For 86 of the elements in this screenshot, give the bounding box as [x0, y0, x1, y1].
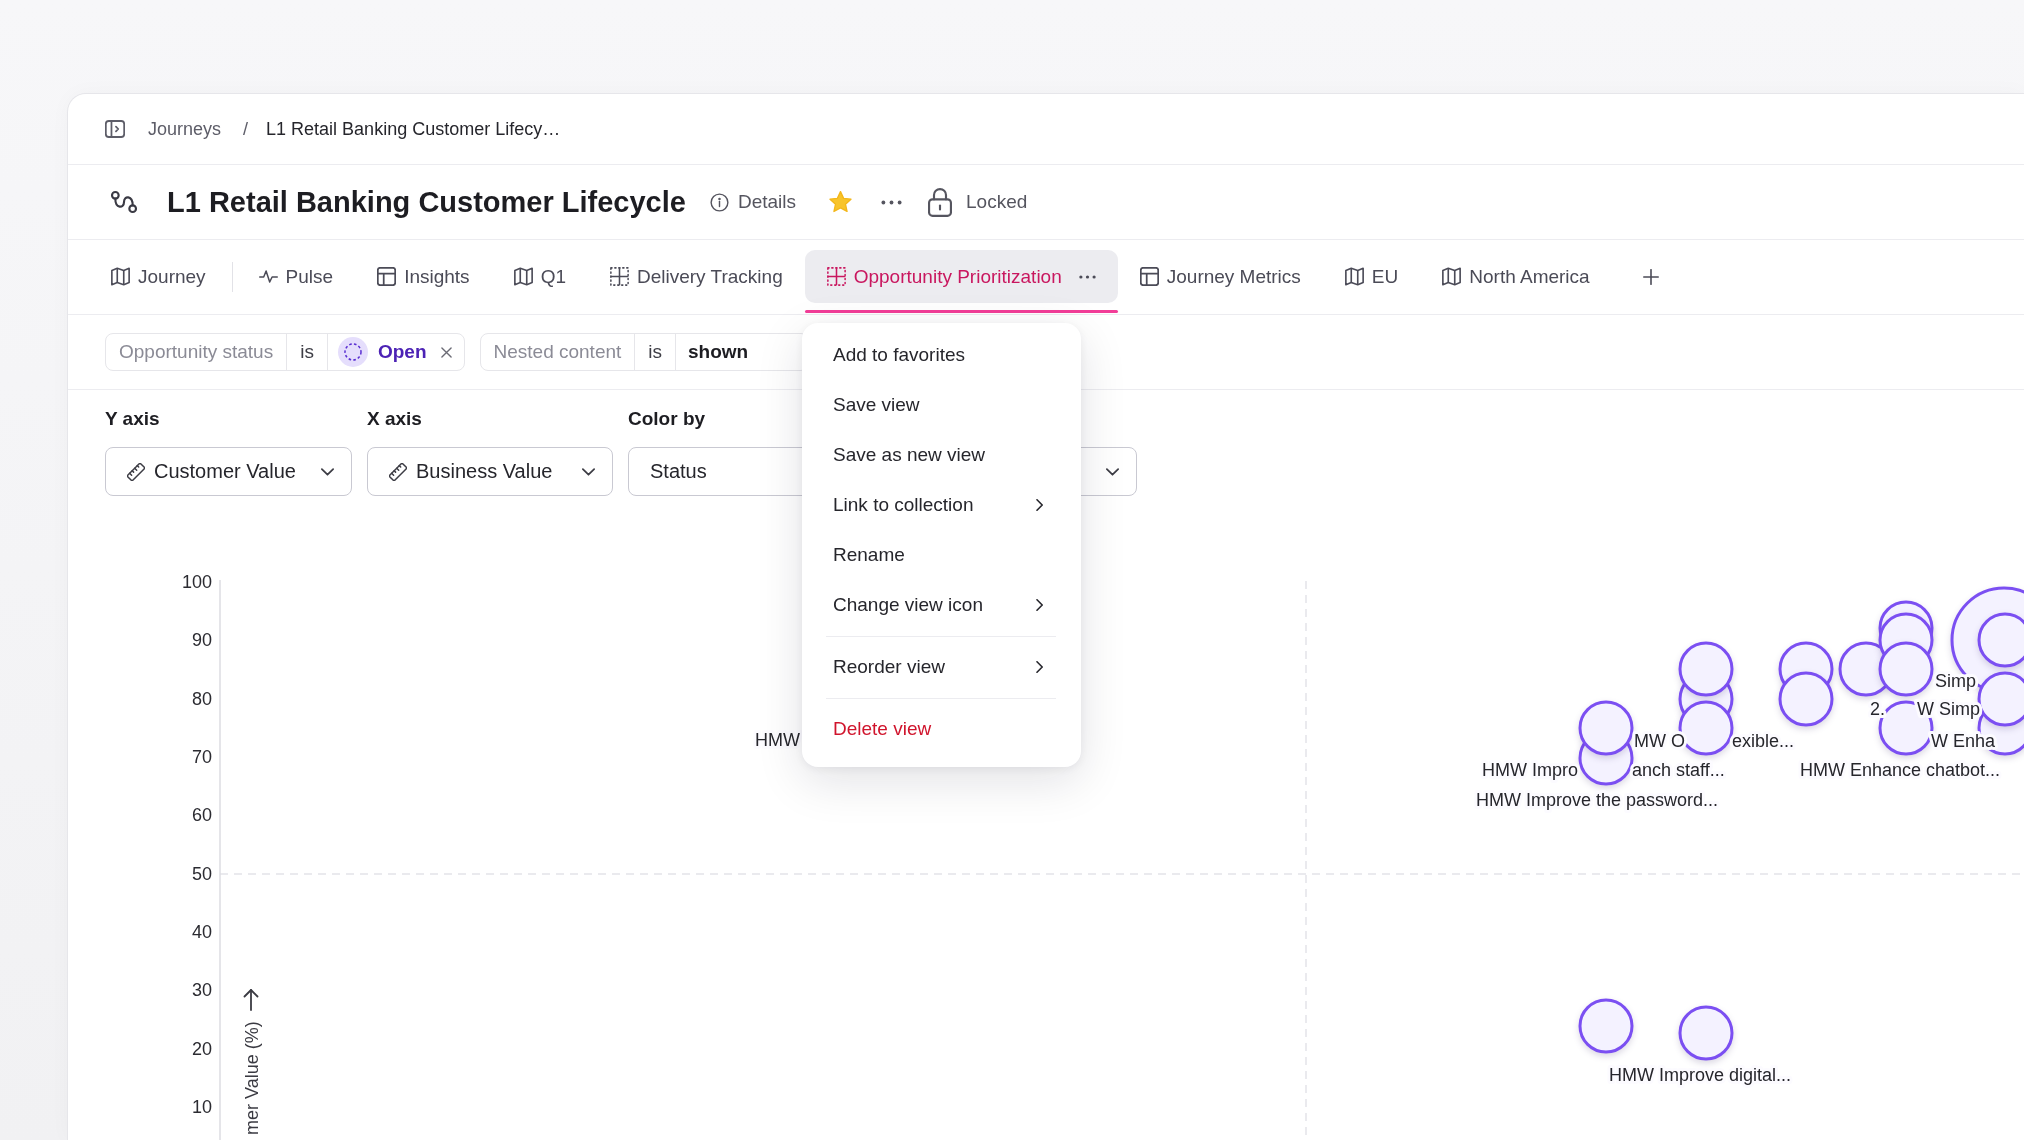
y-tick-label: 40	[191, 922, 212, 942]
filter-field: Nested content	[480, 334, 635, 370]
point-label: HMW	[755, 730, 800, 750]
field-label: X axis	[367, 408, 423, 430]
breadcrumb-link[interactable]: Journeys	[148, 118, 222, 140]
route-icon	[110, 190, 138, 214]
view-tab[interactable]: Q1	[491, 250, 588, 314]
point-label: 2.	[1870, 699, 1885, 719]
filter-operator: is	[634, 334, 676, 370]
map-icon	[111, 267, 130, 286]
pulse-icon	[258, 267, 278, 286]
point-label: Simp	[1935, 671, 1976, 691]
map-icon	[1442, 267, 1462, 286]
star-icon[interactable]	[829, 191, 852, 213]
axis-title: mer Value (%)	[242, 1021, 262, 1135]
status-icon	[337, 337, 368, 367]
point-label: MW O	[1634, 731, 1685, 751]
point-label: HMW Enhance chatbot...	[1800, 760, 2001, 780]
breadcrumb-separator: /	[243, 118, 249, 140]
menu-item[interactable]: Change view icon	[802, 580, 1081, 630]
menu-item[interactable]: Save as new view	[802, 430, 1081, 480]
more-icon[interactable]	[881, 199, 902, 205]
y-tick-label: 90	[191, 630, 212, 651]
breadcrumb-current: L1 Retail Banking Customer Lifecy…	[266, 118, 561, 140]
y-tick-label: 10	[191, 1096, 212, 1117]
map-icon	[513, 267, 533, 286]
matrix-icon	[610, 267, 629, 286]
view-tab[interactable]: Pulse	[236, 250, 356, 314]
dropdown-field[interactable]: Business Value	[367, 447, 613, 496]
field-label: Color by	[628, 408, 707, 430]
point-label: exible...	[1732, 731, 1795, 751]
table-icon	[1139, 267, 1159, 286]
view-tab[interactable]: EU	[1322, 250, 1421, 314]
view-tab[interactable]: Insights	[355, 250, 492, 314]
page-title: L1 Retail Banking Customer Lifecycle	[167, 185, 686, 219]
bubble-point[interactable]	[1578, 700, 1634, 756]
lock-button[interactable]: Locked	[928, 187, 1028, 217]
table-icon	[377, 267, 397, 286]
y-tick-label: 20	[191, 1038, 212, 1059]
y-tick-label: 80	[191, 688, 212, 709]
y-tick-label: 100	[181, 572, 212, 592]
bubble-point[interactable]	[1578, 998, 1634, 1054]
bubble-point[interactable]	[1678, 641, 1734, 697]
dropdown-field[interactable]: Customer Value	[105, 447, 352, 496]
arrow-up-icon	[243, 989, 259, 1011]
details-button[interactable]: Details	[709, 191, 796, 213]
filter-chip[interactable]: Opportunity status is Open	[105, 333, 465, 371]
view-tab[interactable]: Journey Metrics	[1117, 250, 1323, 314]
bubble-point[interactable]	[1678, 1005, 1734, 1061]
point-label: anch staff...	[1632, 760, 1725, 780]
ruler-icon	[389, 462, 407, 481]
filter-operator: is	[286, 334, 327, 370]
view-tab[interactable]: Journey	[89, 250, 228, 314]
point-label: HMW Improve digital...	[1609, 1065, 1792, 1085]
filter-field: Opportunity status	[106, 334, 287, 370]
matrix-icon	[826, 267, 846, 286]
menu-item[interactable]: Reorder view	[802, 642, 1081, 692]
filter-value: Open	[377, 341, 427, 363]
bubble-point[interactable]	[1977, 612, 2024, 668]
chevron-down-icon	[321, 467, 334, 476]
bubble-point[interactable]	[1778, 671, 1834, 727]
menu-item[interactable]: Delete view	[802, 704, 1081, 754]
menu-item[interactable]: Rename	[802, 530, 1081, 580]
menu-item[interactable]: Link to collection	[802, 480, 1081, 530]
chevron-down-icon	[1106, 467, 1119, 476]
y-tick-label: 50	[191, 863, 212, 884]
menu-item[interactable]: Save view	[802, 380, 1081, 430]
info-icon	[709, 192, 729, 212]
y-tick-label: 70	[191, 747, 212, 767]
field-label: Y axis	[105, 408, 161, 430]
y-tick-label: 60	[191, 805, 212, 826]
point-label: HMW Impro	[1482, 760, 1578, 780]
y-tick-label: 30	[191, 980, 212, 1001]
plus-icon[interactable]	[1642, 269, 1659, 285]
ruler-icon	[127, 462, 145, 481]
map-icon	[1344, 267, 1364, 286]
view-tab[interactable]: Opportunity Prioritization	[804, 250, 1118, 314]
point-label: HMW Improve the password...	[1476, 790, 1719, 810]
chevron-down-icon	[582, 467, 595, 476]
bubble-point[interactable]	[1878, 641, 1934, 697]
view-tab[interactable]: North America	[1420, 250, 1612, 314]
view-tab[interactable]: Delivery Tracking	[588, 250, 805, 314]
filter-value: shown	[688, 341, 749, 363]
close-icon[interactable]	[440, 346, 452, 358]
more-icon[interactable]	[1078, 274, 1096, 279]
sidebar-icon[interactable]	[105, 120, 125, 138]
